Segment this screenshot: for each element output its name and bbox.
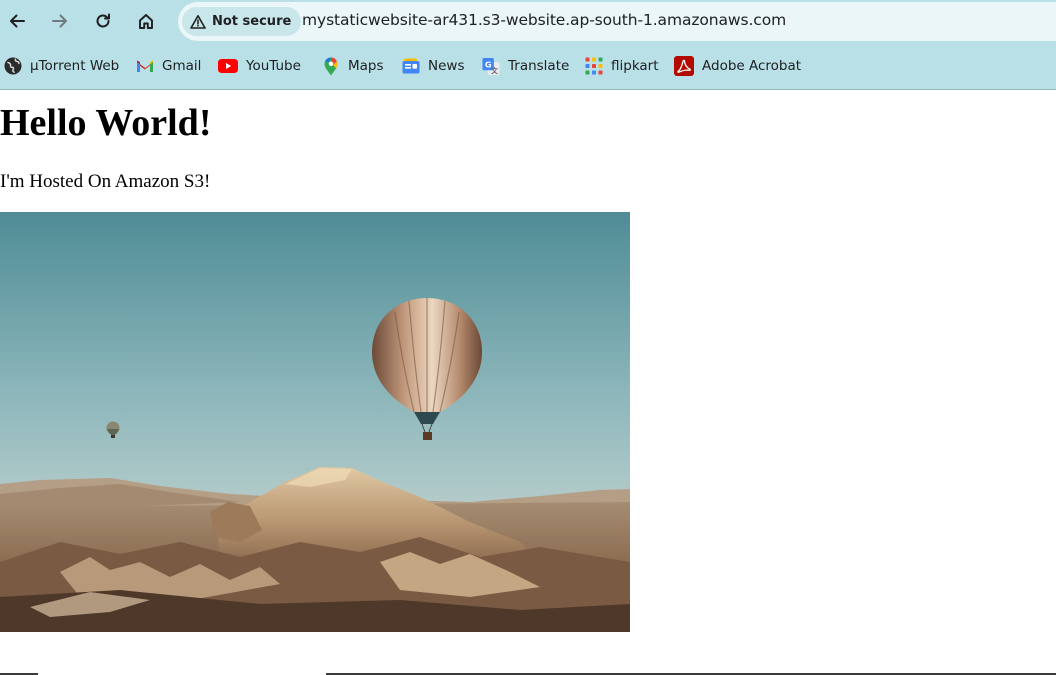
youtube-icon [218, 57, 238, 75]
bookmark-gmail[interactable]: Gmail [136, 55, 201, 77]
gmail-icon [136, 57, 154, 75]
bookmark-maps[interactable]: Maps [322, 55, 384, 77]
back-button[interactable] [2, 6, 32, 36]
news-icon [402, 57, 420, 75]
page-heading: Hello World! [0, 102, 212, 144]
home-icon [139, 14, 153, 29]
bookmark-label: Maps [348, 58, 384, 74]
maps-pin-icon [322, 57, 340, 75]
bookmark-utorrent-web[interactable]: µTorrent Web [4, 55, 119, 77]
page-paragraph: I'm Hosted On Amazon S3! [0, 171, 211, 192]
security-indicator[interactable]: Not secure [182, 7, 302, 36]
url-text[interactable]: mystaticwebsite-ar431.s3-website.ap-sout… [302, 11, 786, 29]
bookmark-label: µTorrent Web [30, 58, 120, 74]
reload-button[interactable] [88, 6, 118, 36]
bookmark-youtube[interactable]: YouTube [218, 55, 301, 77]
bookmark-translate[interactable]: G 文 Translate [482, 55, 569, 77]
security-label: Not secure [212, 14, 292, 29]
translate-icon: G 文 [482, 57, 500, 75]
bookmark-label: Gmail [162, 58, 202, 74]
page-content: Hello World! I'm Hosted On Amazon S3! [0, 91, 1056, 675]
bookmark-label: News [428, 58, 465, 74]
arrow-right-icon [52, 14, 67, 28]
reload-icon [96, 13, 110, 28]
bookmark-adobe-acrobat[interactable]: Adobe Acrobat [674, 55, 801, 77]
hot-air-balloons-image [0, 212, 630, 632]
arrow-left-icon [10, 14, 25, 28]
bookmark-label: flipkart [611, 58, 659, 74]
forward-button[interactable] [45, 6, 75, 36]
browser-toolbar: Not secure mystaticwebsite-ar431.s3-webs… [0, 0, 1056, 43]
home-button[interactable] [131, 6, 161, 36]
bookmark-label: YouTube [246, 58, 301, 74]
acrobat-icon [674, 56, 694, 76]
bookmarks-bar: µTorrent Web Gmail YouTube Maps News G 文… [0, 43, 1056, 90]
svg-text:文: 文 [491, 65, 498, 74]
bookmark-news[interactable]: News [402, 55, 464, 77]
bookmark-label: Adobe Acrobat [702, 58, 802, 74]
grid-apps-icon [585, 57, 603, 75]
globe-icon [4, 57, 22, 75]
address-bar[interactable]: Not secure mystaticwebsite-ar431.s3-webs… [178, 2, 1056, 41]
bookmark-label: Translate [508, 58, 570, 74]
bookmark-flipkart[interactable]: flipkart [585, 55, 659, 77]
warning-triangle-icon [190, 14, 206, 29]
